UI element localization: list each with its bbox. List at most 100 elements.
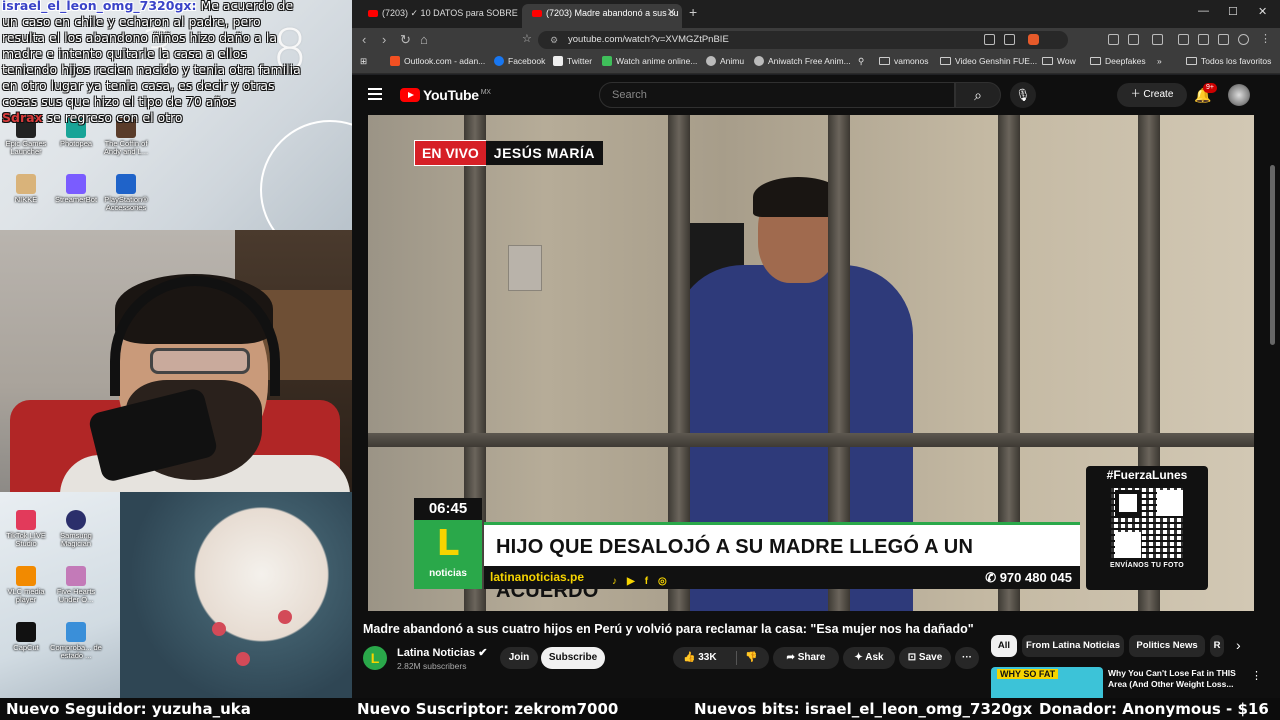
bookmark-facebook[interactable]: Facebook <box>494 56 545 66</box>
bookmark-animu[interactable]: Animu <box>706 56 744 66</box>
desktop-icon-nikke[interactable]: NIKKE <box>0 174 52 204</box>
desktop-icon-tiktok[interactable]: TikTok LIVE Studio <box>0 510 52 548</box>
music-icon[interactable] <box>1178 34 1189 45</box>
close-window-icon[interactable]: ✕ <box>1258 5 1267 18</box>
desktop-icon-label: CapCut <box>13 643 39 652</box>
hamburger-menu-icon[interactable] <box>368 88 382 100</box>
share-icon: ➦ <box>786 652 798 663</box>
nikke-icon <box>16 174 36 194</box>
bookmark-folder-genshin[interactable]: Video Genshin FUE... <box>940 56 1037 66</box>
bookmark-twitter[interactable]: Twitter <box>553 56 592 66</box>
bookmark-folder-vamonos[interactable]: vamonos <box>879 56 929 66</box>
recommended-thumbnail[interactable]: WHY SO FAT <box>991 667 1103 698</box>
bookmark-extension[interactable]: ⚲ <box>858 56 864 67</box>
desktop-icon-streamerbot[interactable]: StreamerBot <box>50 174 102 204</box>
desktop-icon-capcut[interactable]: CapCut <box>0 622 52 652</box>
extension-icon[interactable] <box>1152 34 1163 45</box>
desktop-icon-vlc[interactable]: VLC media player <box>0 566 52 604</box>
more-actions-icon[interactable]: ··· <box>955 647 979 669</box>
qr-panel: #FuerzaLunes ENVÍANOS TU FOTO <box>1086 466 1208 590</box>
desktop-icon-fivehearts[interactable]: Five Hearts Under O... <box>50 566 102 604</box>
scrollbar[interactable] <box>1270 165 1275 345</box>
ask-button[interactable]: ✦ Ask <box>843 647 895 669</box>
apps-grid-icon[interactable]: ⊞ <box>360 56 367 67</box>
outlook-icon <box>390 56 400 66</box>
folder-icon <box>1090 57 1101 65</box>
globe-icon <box>706 56 716 66</box>
home-icon[interactable]: ⌂ <box>420 32 428 47</box>
share-button[interactable]: ➦ Share <box>773 647 839 669</box>
join-button[interactable]: Join <box>500 647 538 669</box>
extension-icon[interactable] <box>1198 34 1209 45</box>
desktop-icon-samsung[interactable]: Samsung Magician <box>50 510 102 548</box>
account-avatar[interactable] <box>1228 84 1250 106</box>
forward-icon[interactable]: › <box>382 32 386 47</box>
logo-text: noticias <box>429 568 467 579</box>
bookmark-folder-wow[interactable]: Wow <box>1042 56 1076 66</box>
create-button[interactable]: ＋ Create <box>1117 83 1187 107</box>
channel-avatar[interactable]: L <box>363 646 387 670</box>
video-title: Madre abandonó a sus cuatro hijos en Per… <box>363 622 974 636</box>
like-button[interactable]: 👍 33K <box>683 647 717 669</box>
site-info-icon[interactable]: ⚙ <box>550 31 558 49</box>
notifications-icon[interactable]: 🔔 9+ <box>1194 83 1217 104</box>
new-tab-icon[interactable]: + <box>689 4 697 20</box>
maximize-icon[interactable]: ☐ <box>1228 5 1238 18</box>
menu-icon[interactable]: ⋮ <box>1260 32 1271 45</box>
vlc-icon <box>16 566 36 586</box>
desktop-icon-label: Comproba... de estado ... <box>50 643 102 660</box>
save-button[interactable]: ⊡ Save <box>899 647 951 669</box>
share-page-icon[interactable] <box>1004 34 1015 45</box>
chip-politics[interactable]: Politics News <box>1129 635 1205 657</box>
extension-icon[interactable] <box>1108 34 1119 45</box>
more-vert-icon[interactable]: ⋮ <box>1251 669 1262 682</box>
search-icon[interactable]: ⌕ <box>955 82 1001 108</box>
tab-datos[interactable]: (7203) ✓ 10 DATOS para SOBREVIVIR <box>358 4 518 28</box>
save-label: Save <box>918 652 943 663</box>
chip-latina[interactable]: From Latina Noticias <box>1022 635 1124 657</box>
desktop-icon-comprobar[interactable]: Comproba... de estado ... <box>50 622 102 660</box>
youtube-logo[interactable]: YouTube MX <box>400 87 491 103</box>
notification-badge: 9+ <box>1203 83 1217 93</box>
chat-username: israel_el_leon_omg_7320gx: <box>2 0 197 13</box>
subscribe-button[interactable]: Subscribe <box>541 647 605 669</box>
bookmark-anime[interactable]: Watch anime online... <box>602 56 697 66</box>
folder-icon <box>1042 57 1053 65</box>
like-dislike-group: 👍 33K 👎 <box>673 647 769 669</box>
bookmark-outlook[interactable]: Outlook.com - adan... <box>390 56 485 66</box>
desktop-icon-label: Epic Games Launcher <box>5 139 47 156</box>
bookmark-aniwatch[interactable]: Aniwatch Free Anim... <box>754 56 851 66</box>
chevron-right-icon[interactable]: › <box>1236 637 1241 653</box>
live-banner: EN VIVO JESÚS MARÍA <box>414 140 603 166</box>
chip-all[interactable]: All <box>991 635 1017 657</box>
more-bookmarks-icon[interactable]: » <box>1157 56 1162 66</box>
bookmark-label: Twitter <box>567 56 593 66</box>
close-tab-icon[interactable]: ✕ <box>667 4 676 22</box>
stream-event-ticker: Nuevo Seguidor: yuzuha_uka Nuevo Suscrip… <box>0 698 1280 720</box>
recommended-title[interactable]: Why You Can't Lose Fat in THIS Area (And… <box>1108 668 1248 690</box>
cast-icon[interactable] <box>984 34 995 45</box>
voice-search-icon[interactable]: 🎙 <box>1010 82 1036 108</box>
search-input[interactable]: Search <box>599 82 955 108</box>
url-text: youtube.com/watch?v=XVMGZtPnBIE <box>568 34 729 45</box>
profile-icon[interactable] <box>1238 34 1249 45</box>
bookmark-folder-deepfakes[interactable]: Deepfakes <box>1090 56 1146 66</box>
thumbs-down-icon[interactable]: 👎 <box>745 647 757 669</box>
back-icon[interactable]: ‹ <box>362 32 366 47</box>
minimize-icon[interactable]: — <box>1198 5 1209 17</box>
desktop-icon-playstation[interactable]: PlayStation® Accessories <box>100 174 152 212</box>
chip-more[interactable]: R <box>1210 635 1224 657</box>
youtube-favicon-icon <box>368 10 378 17</box>
all-bookmarks-folder[interactable]: Todos los favoritos <box>1186 56 1271 66</box>
brave-shield-icon[interactable] <box>1028 34 1039 45</box>
reload-icon[interactable]: ↻ <box>400 32 411 48</box>
video-player[interactable]: EN VIVO JESÚS MARÍA #FuerzaLunes ENVÍANOS… <box>368 115 1254 611</box>
extension-icon[interactable] <box>1218 34 1229 45</box>
extension-icon[interactable] <box>1128 34 1139 45</box>
bookmark-icon[interactable]: ☆ <box>522 32 532 45</box>
aniwatch-icon <box>754 56 764 66</box>
tab-madre[interactable]: (7203) Madre abandonó a sus cu ✕ <box>522 4 682 28</box>
channel-name[interactable]: Latina Noticias ✔ <box>397 646 488 659</box>
desktop-icon-label: Five Hearts Under O... <box>56 587 96 604</box>
desktop-icon-label: The Coffin of Andy and L... <box>103 139 149 156</box>
